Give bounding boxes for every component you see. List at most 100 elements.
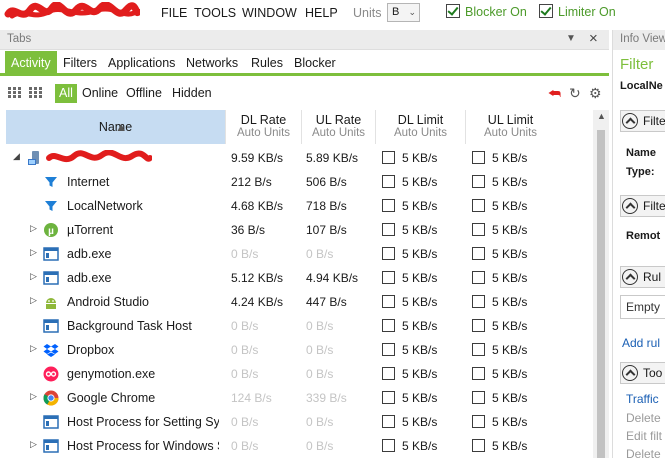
ul-rate-cell: 4.94 KB/s [306, 271, 359, 285]
info-filter-title: Filter [620, 56, 654, 73]
filter-offline[interactable]: Offline [122, 84, 166, 103]
tab-blocker[interactable]: Blocker [288, 51, 342, 76]
dl-limit-checkbox[interactable] [382, 415, 395, 428]
column-header-ul-limit[interactable]: UL Limit Auto Units [465, 110, 555, 144]
blocker-label[interactable]: Blocker On [465, 5, 527, 19]
pane-menu-icon[interactable]: ▼ [566, 33, 576, 44]
expand-arrow-icon[interactable]: ▷ [30, 391, 37, 402]
column-header-dl-rate[interactable]: DL Rate Auto Units [225, 110, 301, 144]
filter-all[interactable]: All [55, 84, 77, 103]
limiter-checkbox[interactable] [539, 4, 553, 18]
scroll-up-icon[interactable]: ▲ [597, 111, 606, 121]
limiter-label[interactable]: Limiter On [558, 5, 616, 19]
table-row[interactable]: ▷ Host Process for Windows Se 0 B/s 0 B/s 5 … [6, 435, 593, 458]
dl-limit-checkbox[interactable] [382, 247, 395, 260]
refresh-icon[interactable]: ↻ [569, 85, 581, 102]
row-name: µTorrent [67, 223, 114, 237]
expand-arrow-icon[interactable]: ▷ [30, 439, 37, 450]
genymotion-icon [43, 366, 59, 382]
ul-limit-value: 5 KB/s [492, 367, 528, 381]
tab-filters[interactable]: Filters [57, 51, 103, 76]
collapse-icon[interactable] [622, 365, 638, 381]
table-row[interactable]: Internet 212 B/s 506 B/s 5 KB/s 5 KB/s [6, 171, 593, 195]
filter-icon [43, 174, 59, 190]
collapse-icon[interactable] [622, 198, 638, 214]
dl-limit-checkbox[interactable] [382, 151, 395, 164]
expand-arrow-icon[interactable]: ▷ [30, 223, 37, 234]
menu-tools[interactable]: TOOLS [194, 6, 236, 20]
table-row[interactable]: ▷ Dropbox 0 B/s 0 B/s 5 KB/s 5 KB/s [6, 339, 593, 363]
gear-icon[interactable]: ⚙ [589, 85, 602, 102]
expand-arrow-icon[interactable]: ▷ [30, 271, 37, 282]
ul-limit-checkbox[interactable] [472, 367, 485, 380]
dl-limit-checkbox[interactable] [382, 199, 395, 212]
table-row[interactable]: ▷ adb.exe 0 B/s 0 B/s 5 KB/s 5 KB/s [6, 243, 593, 267]
collapse-icon[interactable] [622, 269, 638, 285]
table-row[interactable]: ◢ 9.59 KB/s 5.89 KB/s 5 KB/s 5 KB/s [6, 147, 593, 171]
dl-limit-checkbox[interactable] [382, 175, 395, 188]
activity-table: ▲ Name DL Rate Auto Units UL Rate Auto Uni… [6, 110, 593, 458]
dl-limit-checkbox[interactable] [382, 271, 395, 284]
close-icon[interactable]: × [589, 30, 598, 47]
ul-limit-checkbox[interactable] [472, 319, 485, 332]
ul-limit-checkbox[interactable] [472, 391, 485, 404]
nav-tabs: Activity Filters Applications Networks R… [0, 51, 609, 76]
dl-limit-checkbox[interactable] [382, 223, 395, 236]
table-row[interactable]: Host Process for Setting Sync 0 B/s 0 B/s 5… [6, 411, 593, 435]
ul-limit-checkbox[interactable] [472, 295, 485, 308]
tab-activity[interactable]: Activity [5, 51, 57, 76]
vertical-scrollbar[interactable]: ▲ [593, 110, 609, 458]
ul-limit-checkbox[interactable] [472, 271, 485, 284]
table-row[interactable]: genymotion.exe 0 B/s 0 B/s 5 KB/s 5 KB/s [6, 363, 593, 387]
ul-limit-checkbox[interactable] [472, 199, 485, 212]
table-row[interactable]: ▷ adb.exe 5.12 KB/s 4.94 KB/s 5 KB/s 5 KB/s [6, 267, 593, 291]
grid-view-icon[interactable] [29, 87, 43, 98]
menu-window[interactable]: WINDOW [242, 6, 297, 20]
table-row[interactable]: ▷ Android Studio 4.24 KB/s 447 B/s 5 KB/s 5 K… [6, 291, 593, 315]
table-row[interactable]: Background Task Host 0 B/s 0 B/s 5 KB/s 5 KB… [6, 315, 593, 339]
dl-limit-checkbox[interactable] [382, 343, 395, 356]
tab-applications[interactable]: Applications [102, 51, 181, 76]
table-row[interactable]: LocalNetwork 4.68 KB/s 718 B/s 5 KB/s 5 KB/s [6, 195, 593, 219]
collapse-arrow-icon[interactable]: ◢ [13, 151, 20, 162]
delete-link-1[interactable]: Delete [626, 411, 661, 425]
filter-online[interactable]: Online [78, 84, 122, 103]
list-view-icon[interactable] [8, 87, 22, 98]
ul-limit-checkbox[interactable] [472, 151, 485, 164]
ul-limit-checkbox[interactable] [472, 439, 485, 452]
app-window-icon [43, 270, 59, 286]
dl-limit-checkbox[interactable] [382, 391, 395, 404]
table-row[interactable]: ▷ Google Chrome 124 B/s 339 B/s 5 KB/s 5 KB/s [6, 387, 593, 411]
expand-arrow-icon[interactable]: ▷ [30, 295, 37, 306]
dl-limit-checkbox[interactable] [382, 367, 395, 380]
scrollbar-thumb[interactable] [597, 130, 605, 458]
units-select[interactable]: B ⌄ [387, 3, 420, 22]
collapse-icon[interactable] [622, 113, 638, 129]
tab-networks[interactable]: Networks [180, 51, 244, 76]
dl-limit-checkbox[interactable] [382, 295, 395, 308]
ul-limit-checkbox[interactable] [472, 175, 485, 188]
undo-icon[interactable]: ⮪ [548, 85, 561, 102]
ul-limit-checkbox[interactable] [472, 343, 485, 356]
table-row[interactable]: ▷ µ µTorrent 36 B/s 107 B/s 5 KB/s 5 KB/s [6, 219, 593, 243]
expand-arrow-icon[interactable]: ▷ [30, 247, 37, 258]
delete-link-2[interactable]: Delete [626, 447, 661, 458]
ul-limit-checkbox[interactable] [472, 415, 485, 428]
dl-limit-checkbox[interactable] [382, 319, 395, 332]
filter-hidden[interactable]: Hidden [168, 84, 216, 103]
dl-limit-checkbox[interactable] [382, 439, 395, 452]
traffic-link[interactable]: Traffic [626, 392, 659, 406]
blocker-checkbox[interactable] [446, 4, 460, 18]
ul-limit-checkbox[interactable] [472, 247, 485, 260]
menu-file[interactable]: FILE [161, 6, 187, 20]
tab-rules[interactable]: Rules [245, 51, 289, 76]
edit-filter-link[interactable]: Edit filt [626, 429, 662, 443]
column-header-dl-limit[interactable]: DL Limit Auto Units [375, 110, 465, 144]
column-header-name[interactable]: ▲ Name [6, 110, 225, 144]
add-rule-link[interactable]: Add rul [622, 336, 660, 350]
menu-help[interactable]: HELP [305, 6, 338, 20]
ul-limit-value: 5 KB/s [492, 343, 528, 357]
ul-limit-checkbox[interactable] [472, 223, 485, 236]
column-header-ul-rate[interactable]: UL Rate Auto Units [301, 110, 375, 144]
expand-arrow-icon[interactable]: ▷ [30, 343, 37, 354]
